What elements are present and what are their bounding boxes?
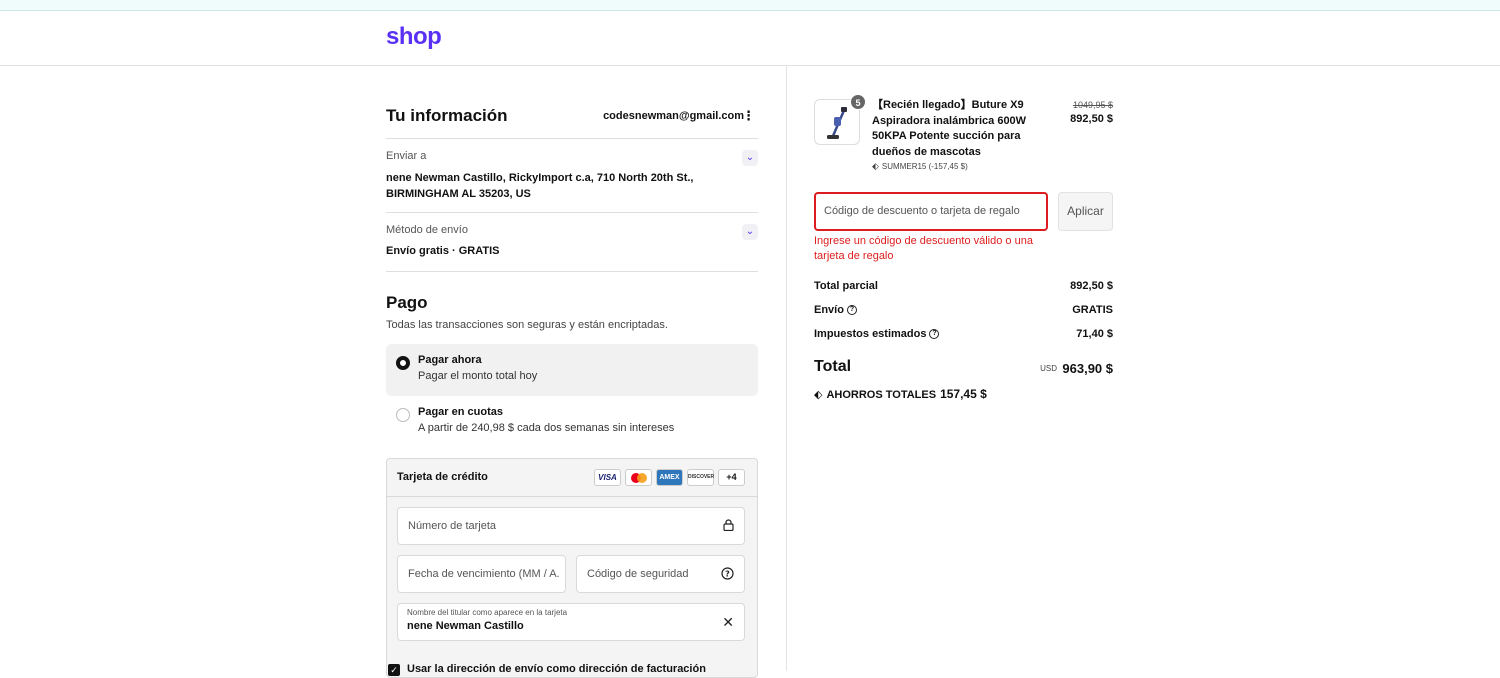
shipping-label: Envío xyxy=(814,304,844,316)
shipping-method-value: Envío gratis · GRATIS xyxy=(386,245,500,257)
account-email: codesnewman@gmail.com xyxy=(603,110,744,122)
option-title: Pagar ahora xyxy=(418,354,482,366)
expiry-placeholder: Fecha de vencimiento (MM / A... xyxy=(408,568,560,580)
cardholder-name-label: Nombre del titular como aparece en la ta… xyxy=(407,608,568,617)
ship-to-chevron-down-icon[interactable]: ⌄ xyxy=(742,150,758,166)
shop-logo[interactable]: shop xyxy=(386,23,442,51)
discount-error-message: Ingrese un código de descuento válido o … xyxy=(814,235,1033,262)
product-discount: ⬖ SUMMER15 (-157,45 $) xyxy=(872,161,968,172)
divider xyxy=(386,271,758,272)
billing-same-label: Usar la dirección de envío como direcció… xyxy=(407,663,706,675)
cardholder-name-field[interactable]: Nombre del titular como aparece en la ta… xyxy=(397,603,745,641)
amex-icon: AMEX xyxy=(656,469,683,486)
header: shop xyxy=(0,11,1500,66)
subtotal-row: Total parcial 892,50 $ xyxy=(814,280,1113,296)
product-discount-code: SUMMER15 (-157,45 $) xyxy=(881,162,968,171)
shipping-method-chevron-down-icon[interactable]: ⌄ xyxy=(742,224,758,240)
card-brands: VISA AMEX DISCOVER +4 xyxy=(594,469,745,486)
radio-pay-now[interactable] xyxy=(396,356,410,370)
divider xyxy=(386,212,758,213)
card-number-placeholder: Número de tarjeta xyxy=(408,520,497,532)
cardholder-name-value: nene Newman Castillo xyxy=(407,620,524,632)
radio-pay-installments[interactable] xyxy=(396,408,410,422)
savings-tag-icon: ⬖ xyxy=(814,389,823,401)
total-savings: ⬖ AHORROS TOTALES 157,45 $ xyxy=(814,387,987,401)
shipping-method-label: Método de envío xyxy=(386,224,468,236)
product-price: 892,50 $ xyxy=(1070,113,1113,125)
ship-to-label: Enviar a xyxy=(386,150,427,162)
tag-icon: ⬖ xyxy=(872,161,879,171)
subtotal-value: 892,50 $ xyxy=(1070,280,1113,292)
currency-code: USD xyxy=(1040,364,1057,373)
original-price: 1049,95 $ xyxy=(1072,100,1113,110)
total-label: Total xyxy=(814,358,852,375)
apply-button[interactable]: Aplicar xyxy=(1058,192,1113,231)
option-pay-now[interactable]: Pagar ahora Pagar el monto total hoy xyxy=(386,344,758,396)
credit-card-box: Tarjeta de crédito VISA AMEX DISCOVER +4… xyxy=(386,458,758,678)
credit-card-title: Tarjeta de crédito xyxy=(397,471,488,483)
savings-label: AHORROS TOTALES xyxy=(826,389,937,401)
discount-code-input[interactable]: Código de descuento o tarjeta de regalo xyxy=(814,192,1048,231)
clear-icon[interactable]: ✕ xyxy=(722,614,734,631)
shipping-row: Envío? GRATIS xyxy=(814,304,1113,320)
billing-same-row[interactable]: ✓ Usar la dirección de envío como direcc… xyxy=(386,662,758,678)
column-divider xyxy=(786,66,787,671)
option-subtitle: A partir de 240,98 $ cada dos semanas si… xyxy=(418,422,675,434)
security-code-field[interactable]: Código de seguridad ? xyxy=(576,555,745,593)
security-code-placeholder: Código de seguridad xyxy=(587,568,689,580)
option-pay-installments[interactable]: Pagar en cuotas A partir de 240,98 $ cad… xyxy=(386,396,758,448)
credit-card-header[interactable]: Tarjeta de crédito VISA AMEX DISCOVER +4 xyxy=(387,459,757,497)
discover-icon: DISCOVER xyxy=(687,469,714,486)
lock-icon xyxy=(723,519,734,534)
help-circle-icon[interactable]: ? xyxy=(721,567,734,583)
tax-row: Impuestos estimados? 71,40 $ xyxy=(814,328,1113,344)
top-strip xyxy=(0,0,1500,11)
visa-icon: VISA xyxy=(594,469,621,486)
payment-title: Pago xyxy=(386,293,428,312)
divider xyxy=(386,138,758,139)
card-number-field[interactable]: Número de tarjeta xyxy=(397,507,745,545)
tax-help-icon[interactable]: ? xyxy=(929,329,940,340)
savings-value: 157,45 $ xyxy=(940,387,987,401)
more-brands-badge: +4 xyxy=(718,469,745,486)
quantity-badge: 5 xyxy=(850,94,866,110)
tax-value: 71,40 $ xyxy=(1076,328,1113,340)
info-title: Tu información xyxy=(386,106,508,125)
option-subtitle: Pagar el monto total hoy xyxy=(418,370,538,382)
ship-to-value: nene Newman Castillo, RickyImport c.a, 7… xyxy=(386,172,694,200)
svg-text:?: ? xyxy=(725,570,730,579)
subtotal-label: Total parcial xyxy=(814,280,878,292)
tax-label: Impuestos estimados xyxy=(814,328,927,340)
payment-subtitle: Todas las transacciones son seguras y es… xyxy=(386,319,668,331)
total-value: 963,90 $ xyxy=(1062,361,1113,376)
info-header: Tu información codesnewman@gmail.com ⋮ xyxy=(386,106,758,138)
shipping-help-icon[interactable]: ? xyxy=(846,305,857,316)
discount-code-placeholder: Código de descuento o tarjeta de regalo xyxy=(824,205,1020,217)
mastercard-icon xyxy=(625,469,652,486)
shipping-value: GRATIS xyxy=(1072,304,1113,316)
more-options-icon[interactable]: ⋮ xyxy=(742,109,755,122)
expiry-field[interactable]: Fecha de vencimiento (MM / A... xyxy=(397,555,566,593)
option-title: Pagar en cuotas xyxy=(418,406,503,418)
product-name: 【Recién llegado】Buture X9 Aspiradora ina… xyxy=(872,99,1027,158)
billing-same-checkbox[interactable]: ✓ xyxy=(388,664,400,676)
